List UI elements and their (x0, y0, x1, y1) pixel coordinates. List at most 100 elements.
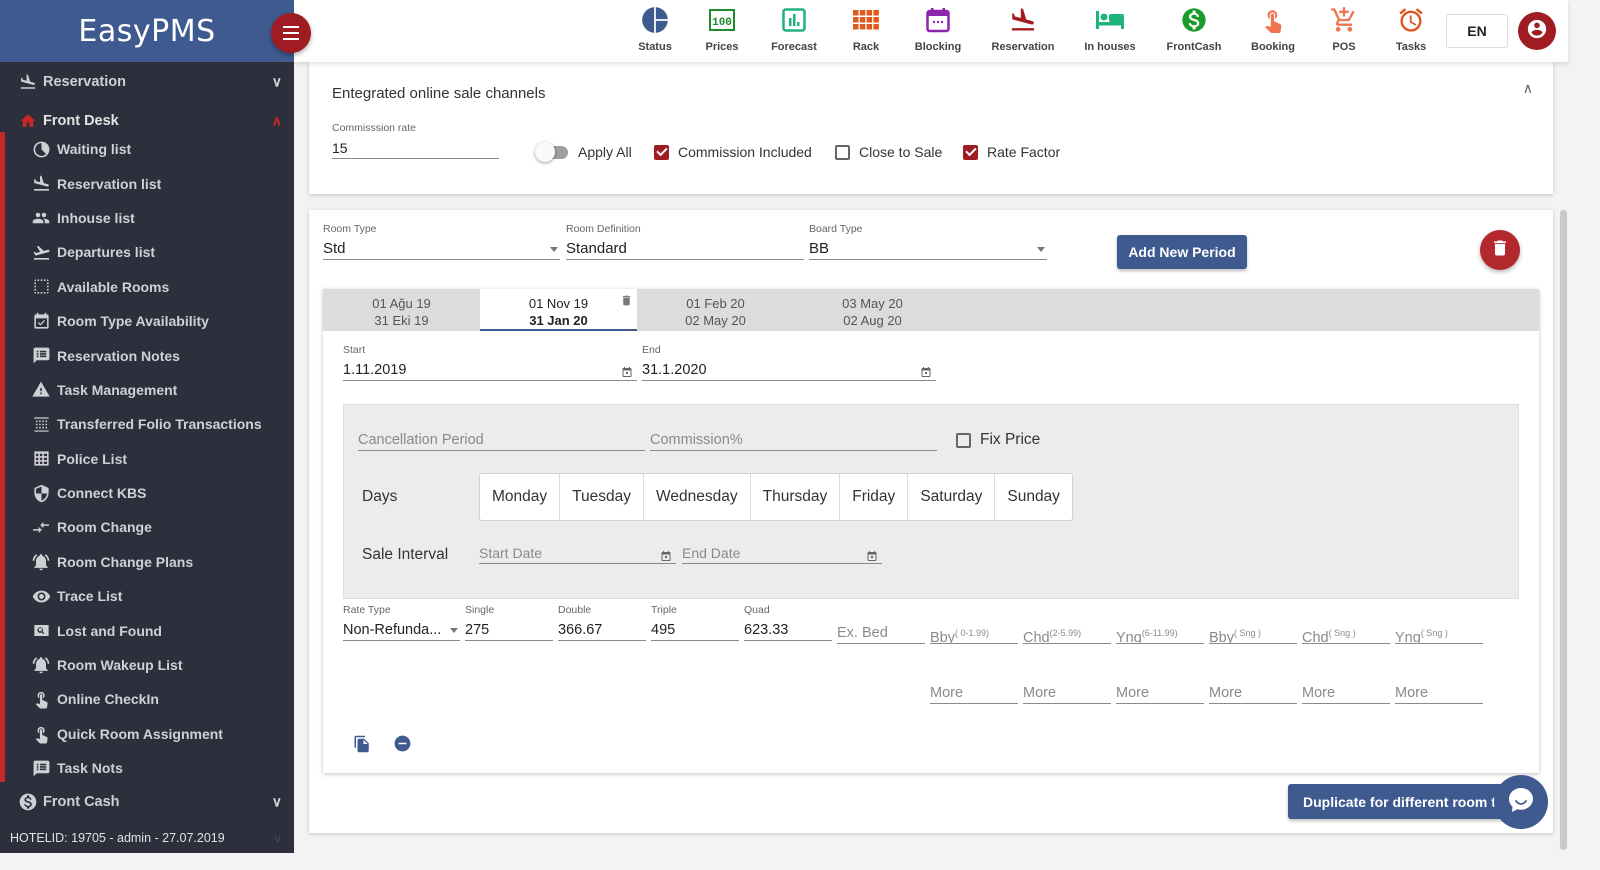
toolbar-in-houses[interactable]: In houses (1075, 4, 1145, 53)
room-definition-field[interactable]: Room Definition Standard (566, 223, 804, 260)
child-rate-input[interactable]: Chd(2-5.99) (1023, 622, 1111, 644)
room-type-value[interactable]: Std (323, 238, 560, 260)
child-rate-input[interactable]: Bby( 0-1.99) (930, 622, 1018, 644)
cancellation-period-field[interactable]: Cancellation Period (358, 426, 645, 451)
extra-bed-input[interactable]: Ex. Bed (837, 622, 925, 644)
chevron-up-icon[interactable]: ∧ (1523, 80, 1533, 97)
toolbar-tasks[interactable]: Tasks (1376, 4, 1446, 53)
more-field[interactable]: More (1023, 679, 1111, 704)
room-definition-input[interactable]: Standard (566, 238, 804, 260)
quad-rate-input[interactable]: 623.33 (744, 619, 832, 641)
child-rate-field[interactable]: Bby( Sng ) (1209, 619, 1297, 644)
room-type-select[interactable]: Room Type Std (323, 223, 560, 260)
calendar-icon[interactable] (920, 364, 932, 380)
toolbar-reservation[interactable]: Reservation (988, 4, 1058, 53)
day-thursday[interactable]: Thursday (751, 474, 841, 520)
board-type-value[interactable]: BB (809, 238, 1047, 260)
quad-rate-field[interactable]: Quad 623.33 (744, 604, 832, 641)
sidebar-item-departures-list[interactable]: Departures list (5, 235, 294, 269)
sidebar-item-room-change[interactable]: Room Change (5, 510, 294, 544)
add-new-period-button[interactable]: Add New Period (1117, 235, 1247, 269)
sidebar-item-lost-and-found[interactable]: Lost and Found (5, 613, 294, 647)
day-wednesday[interactable]: Wednesday (644, 474, 751, 520)
period-tab[interactable]: 01 Ağu 19 31 Eki 19 (323, 289, 480, 331)
sidebar-group-front-cash[interactable]: Front Cash ∨ (0, 782, 294, 821)
more-input[interactable]: More (1395, 682, 1483, 704)
end-date-field[interactable]: End 31.1.2020 (642, 344, 936, 381)
child-rate-input[interactable]: Chd( Sng ) (1302, 622, 1390, 644)
cancellation-period-input[interactable]: Cancellation Period (358, 429, 645, 451)
single-rate-input[interactable]: 275 (465, 619, 553, 641)
single-rate-field[interactable]: Single 275 (465, 604, 553, 641)
sale-start-date-field[interactable]: Start Date (479, 539, 676, 564)
day-sunday[interactable]: Sunday (995, 474, 1072, 520)
more-field[interactable]: More (1302, 679, 1390, 704)
child-rate-field[interactable]: Yng(6-11.99) (1116, 619, 1204, 644)
sidebar-item-room-wakeup-list[interactable]: Room Wakeup List (5, 648, 294, 682)
sidebar-item-quick-room-assignment[interactable]: Quick Room Assignment (5, 717, 294, 751)
day-friday[interactable]: Friday (840, 474, 909, 520)
close-to-sale-checkbox[interactable]: Close to Sale (835, 144, 942, 160)
remove-circle-icon[interactable] (393, 734, 412, 758)
commission-included-checkbox[interactable]: Commission Included (654, 144, 812, 160)
extra-bed-field[interactable]: Ex. Bed (837, 619, 925, 644)
sidebar-item-room-change-plans[interactable]: Room Change Plans (5, 545, 294, 579)
triple-rate-field[interactable]: Triple 495 (651, 604, 739, 641)
toolbar-rack[interactable]: Rack (831, 4, 901, 53)
copy-icon[interactable] (353, 734, 371, 759)
more-field[interactable]: More (1116, 679, 1204, 704)
sidebar-item-transferred-folio[interactable]: Transferred Folio Transactions (5, 407, 294, 441)
apply-all-toggle[interactable]: Apply All (535, 141, 632, 162)
scrollbar-thumb[interactable] (1560, 210, 1567, 850)
day-tuesday[interactable]: Tuesday (560, 474, 645, 520)
checkbox-unchecked[interactable] (835, 144, 850, 160)
sidebar-item-trace-list[interactable]: Trace List (5, 579, 294, 613)
toolbar-blocking[interactable]: Blocking (903, 4, 973, 53)
sidebar-item-reservation-list[interactable]: Reservation list (5, 166, 294, 200)
child-rate-field[interactable]: Yng( Sng ) (1395, 619, 1483, 644)
child-rate-input[interactable]: Bby( Sng ) (1209, 622, 1297, 644)
delete-button[interactable] (1480, 230, 1520, 270)
sale-start-date-input[interactable]: Start Date (479, 542, 676, 564)
commission-rate-field[interactable]: Commisssion rate 15 (332, 122, 499, 159)
sale-end-date-input[interactable]: End Date (682, 542, 882, 564)
fix-price-checkbox[interactable]: Fix Price (956, 431, 1040, 449)
calendar-icon[interactable] (866, 547, 878, 563)
toolbar-booking[interactable]: Booking (1238, 4, 1308, 53)
sidebar-item-task-nots[interactable]: Task Nots (5, 751, 294, 785)
child-rate-input[interactable]: Yng( Sng ) (1395, 622, 1483, 644)
more-input[interactable]: More (930, 682, 1018, 704)
day-saturday[interactable]: Saturday (908, 474, 996, 520)
trash-icon[interactable] (620, 293, 633, 312)
sidebar-group-reservation[interactable]: Reservation ∨ (0, 62, 294, 101)
more-input[interactable]: More (1116, 682, 1204, 704)
menu-toggle-button[interactable] (271, 13, 311, 53)
sidebar-item-reservation-notes[interactable]: Reservation Notes (5, 338, 294, 372)
toolbar-pos[interactable]: POS (1309, 4, 1379, 53)
checkbox-checked[interactable] (654, 144, 669, 160)
period-tab[interactable]: 03 May 20 02 Aug 20 (794, 289, 951, 331)
rate-type-value[interactable]: Non-Refunda... (343, 619, 460, 641)
child-rate-field[interactable]: Chd( Sng ) (1302, 619, 1390, 644)
sidebar-item-connect-kbs[interactable]: Connect KBS (5, 476, 294, 510)
commission-percent-field[interactable]: Commission% (650, 426, 937, 451)
child-rate-input[interactable]: Yng(6-11.99) (1116, 622, 1204, 644)
sidebar-item-task-management[interactable]: Task Management (5, 373, 294, 407)
sidebar-item-police-list[interactable]: Police List (5, 442, 294, 476)
triple-rate-input[interactable]: 495 (651, 619, 739, 641)
toggle-knob[interactable] (535, 141, 555, 162)
start-date-input[interactable]: 1.11.2019 (343, 359, 637, 381)
more-input[interactable]: More (1302, 682, 1390, 704)
period-tab-active[interactable]: 01 Nov 19 31 Jan 20 (480, 289, 637, 331)
period-tab[interactable]: 01 Feb 20 02 May 20 (637, 289, 794, 331)
checkbox-checked[interactable] (963, 144, 978, 160)
board-type-select[interactable]: Board Type BB (809, 223, 1047, 260)
sidebar-item-available-rooms[interactable]: Available Rooms (5, 270, 294, 304)
day-monday[interactable]: Monday (480, 474, 561, 520)
commission-percent-input[interactable]: Commission% (650, 429, 937, 451)
toolbar-frontcash[interactable]: FrontCash (1159, 4, 1229, 53)
sidebar-item-inhouse-list[interactable]: Inhouse list (5, 201, 294, 235)
toolbar-forecast[interactable]: Forecast (759, 4, 829, 53)
sidebar-item-room-type-availability[interactable]: Room Type Availability (5, 304, 294, 338)
language-selector[interactable]: EN (1446, 14, 1508, 48)
